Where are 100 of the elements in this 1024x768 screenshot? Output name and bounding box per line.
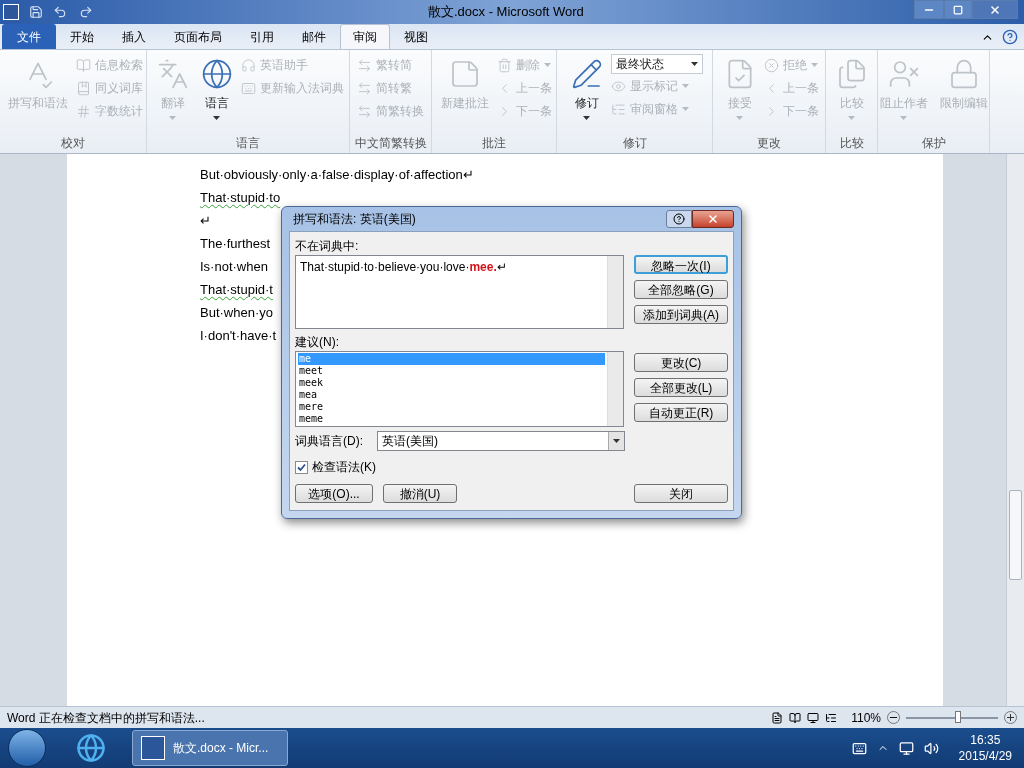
document-line: That·stupid·t (200, 281, 273, 299)
taskbar-task[interactable]: 散文.docx - Micr... (132, 730, 288, 766)
group-label: 保护 (920, 135, 947, 152)
volume-icon[interactable] (923, 740, 939, 756)
caret-icon (810, 63, 818, 67)
suggestion-item[interactable]: mea (298, 389, 605, 401)
document-line: ↵ (200, 212, 211, 230)
suggestion-item[interactable]: meme (298, 413, 605, 425)
ribbon-tab[interactable]: 视图 (390, 24, 442, 49)
document-line: I·don't·have·t (200, 327, 277, 345)
dialog-button[interactable]: 全部忽略(G) (634, 280, 728, 299)
ribbon-button[interactable]: 修订 (566, 54, 607, 133)
network-icon[interactable] (898, 740, 914, 756)
ribbon-icon (610, 78, 626, 94)
minimize-button[interactable] (914, 0, 944, 19)
zoom-thumb[interactable] (954, 710, 961, 723)
dialog-button[interactable]: 关闭 (634, 484, 728, 503)
ribbon-icon (75, 103, 91, 119)
caret-icon (169, 116, 176, 120)
caret-icon (613, 439, 620, 443)
suggestion-item[interactable]: meet (298, 365, 605, 377)
help-icon (673, 213, 685, 225)
undo-icon[interactable] (53, 5, 67, 19)
group-label: 批注 (481, 135, 507, 152)
ribbon-tab[interactable]: 审阅 (340, 24, 390, 49)
ribbon-icon (75, 80, 91, 96)
ribbon-icon (610, 101, 626, 117)
dialog-button[interactable]: 添加到词典(A) (634, 305, 728, 324)
ribbon-icon (75, 57, 91, 73)
close-icon (989, 3, 1001, 16)
field-label: 不在词典中: (295, 238, 360, 255)
close-button[interactable] (692, 210, 734, 228)
ribbon-tab[interactable]: 文件 (2, 24, 56, 49)
caret-icon (690, 62, 698, 66)
sentence-text: That·stupid·to·believe·you·love·mee.↵ (299, 259, 508, 276)
start-button[interactable] (8, 729, 46, 767)
ribbon-icon (496, 57, 512, 73)
dialog-button[interactable]: 全部更改(L) (634, 378, 728, 397)
group-label: 比较 (838, 135, 865, 152)
ribbon-tab[interactable]: 邮件 (288, 24, 340, 49)
restore-icon (953, 4, 963, 15)
suggestion-item[interactable]: mere (298, 401, 605, 413)
caret-icon (848, 116, 855, 120)
group-label: 修订 (621, 135, 648, 152)
ribbon-icon (357, 80, 372, 96)
ribbon-tab[interactable]: 插入 (108, 24, 160, 49)
browser-icon[interactable] (76, 733, 106, 763)
redo-icon[interactable] (79, 5, 93, 19)
checkbox[interactable] (295, 460, 308, 474)
language-dropdown[interactable]: 英语(美国) (377, 431, 625, 451)
caret-icon (681, 84, 689, 88)
scrollbar (607, 256, 623, 328)
document-line: The·furthest (200, 235, 271, 253)
dialog-title: 拼写和语法: 英语(美国) (292, 211, 417, 228)
group-label: 更改 (756, 135, 782, 152)
ribbon-icon (200, 58, 233, 90)
help-icon[interactable] (1002, 29, 1018, 45)
ribbon-tab[interactable]: 页面布局 (160, 24, 236, 49)
group-label: 中文简繁转换 (353, 135, 428, 152)
view-icon[interactable] (789, 711, 802, 724)
view-icon[interactable] (771, 711, 784, 724)
ribbon-icon (763, 57, 779, 73)
caret-icon (681, 107, 689, 111)
checkbox-label: 检查语法(K) (312, 459, 376, 476)
caret-icon (736, 116, 743, 120)
document-line: But·obviously·only·a·false·display·of·affection↵ (200, 166, 474, 184)
dialog-button[interactable]: 自动更正(R) (634, 403, 728, 422)
save-icon[interactable] (29, 5, 43, 19)
dialog-button[interactable]: 选项(O)... (295, 484, 373, 503)
field-label: 词典语言(D): (295, 433, 364, 450)
help-button[interactable] (666, 210, 692, 228)
dialog-button[interactable]: 撤消(U) (383, 484, 457, 503)
window-title: 散文.docx - Microsoft Word (428, 3, 584, 22)
ribbon-icon (357, 103, 372, 119)
close-icon (707, 213, 719, 225)
field-label: 建议(N): (295, 334, 340, 351)
sentence-box[interactable]: That·stupid·to·believe·you·love·mee.↵ (295, 255, 624, 329)
ribbon-icon (240, 57, 256, 73)
ribbon-tab[interactable]: 开始 (56, 24, 108, 49)
zoom-level[interactable]: 110% (851, 708, 881, 727)
restore-button[interactable] (944, 0, 972, 19)
ribbon-icon (357, 57, 372, 73)
group-label: 校对 (60, 135, 86, 152)
suggestion-item[interactable]: meek (298, 377, 605, 389)
ribbon-button[interactable]: 语言 (196, 54, 237, 133)
caret-icon (583, 116, 590, 120)
clock-date: 2015/4/29 (958, 748, 1012, 764)
keyboard-icon[interactable] (851, 740, 867, 756)
markup-dropdown[interactable]: 最终状态 (610, 54, 703, 74)
view-icon[interactable] (825, 711, 838, 724)
suggestion-list[interactable]: me meet meek mea mere meme (295, 351, 624, 427)
dialog-button[interactable]: 更改(C) (634, 353, 728, 372)
view-icon[interactable] (807, 711, 820, 724)
document-line: But·when·yo (200, 304, 273, 322)
ribbon-icon (887, 58, 920, 90)
dialog-button[interactable]: 忽略一次(I) (634, 255, 728, 274)
ribbon-icon (570, 58, 603, 90)
ribbon-tab[interactable]: 引用 (236, 24, 288, 49)
zoom-in-icon[interactable] (1004, 711, 1017, 724)
clock-time: 16:35 (970, 732, 1001, 748)
